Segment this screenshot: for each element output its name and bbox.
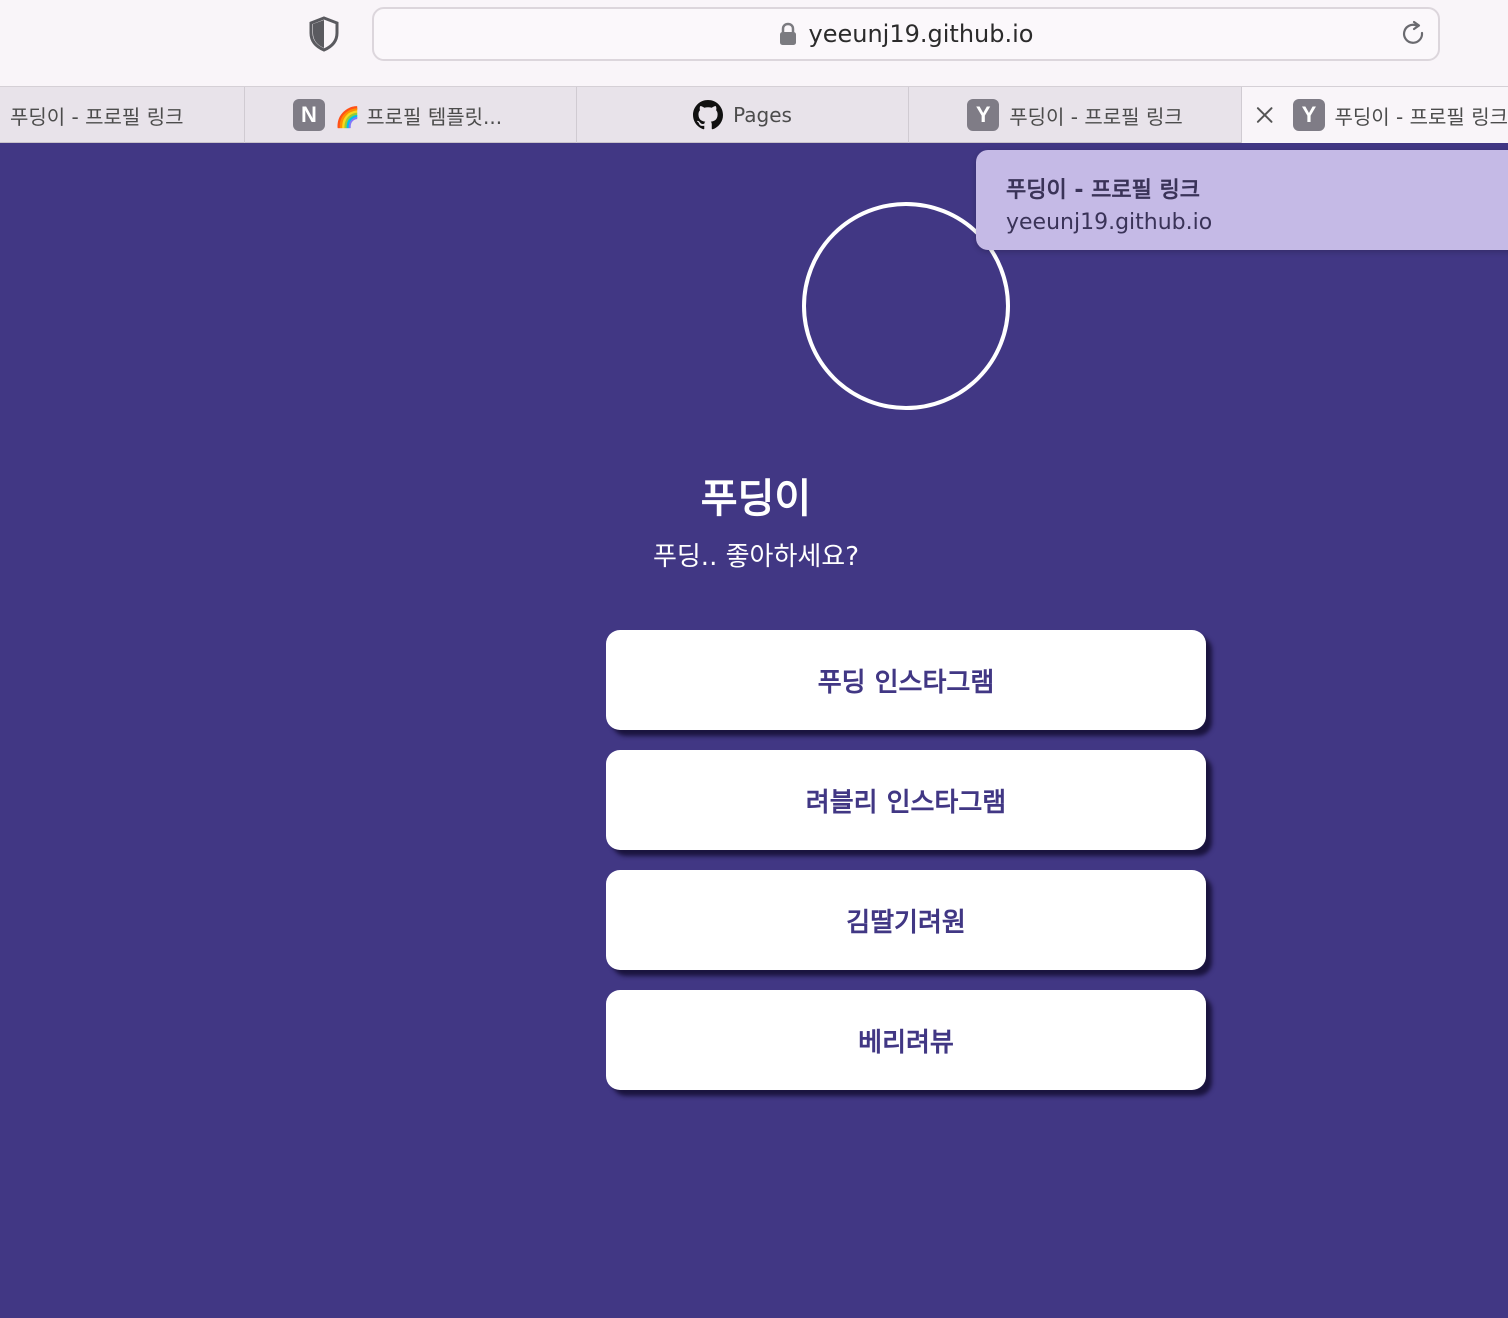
reload-icon[interactable] <box>1400 20 1428 48</box>
notion-favicon-icon: N <box>293 99 325 131</box>
link-list: 푸딩 인스타그램 려블리 인스타그램 김딸기려원 베리려뷰 <box>606 630 1206 1110</box>
shield-icon[interactable] <box>308 16 340 52</box>
tab-1[interactable]: 푸딩이 - 프로필 링크 <box>0 87 245 143</box>
github-icon <box>693 100 724 130</box>
link-button-kim-strawberry[interactable]: 김딸기려원 <box>606 870 1206 970</box>
lock-icon <box>779 22 796 45</box>
tab-4[interactable]: Y 푸딩이 - 프로필 링크 <box>909 87 1242 143</box>
tab-title: 🌈 프로필 템플릿... <box>335 104 503 129</box>
tab-title: Pages <box>733 103 792 127</box>
tab-3[interactable]: Pages <box>577 87 909 143</box>
y-favicon-icon: Y <box>1293 99 1325 131</box>
link-button-berry-review[interactable]: 베리려뷰 <box>606 990 1206 1090</box>
tab-title: 푸딩이 - 프로필 링크 <box>10 104 184 129</box>
tab-bar: 푸딩이 - 프로필 링크 N 🌈 프로필 템플릿... Pages Y 푸딩이 … <box>0 86 1508 143</box>
close-tab-icon[interactable] <box>1254 104 1275 126</box>
tab-5-active[interactable]: Y 푸딩이 - 프로필 링크 <box>1242 87 1508 143</box>
link-button-lovely-instagram[interactable]: 려블리 인스타그램 <box>606 750 1206 850</box>
tooltip-url: yeeunj19.github.io <box>1006 210 1213 235</box>
tab-2[interactable]: N 🌈 프로필 템플릿... <box>245 87 577 143</box>
address-bar[interactable]: yeeunj19.github.io <box>372 7 1440 61</box>
url-text: yeeunj19.github.io <box>808 20 1034 48</box>
tab-title: 푸딩이 - 프로필 링크 <box>1009 104 1183 129</box>
browser-toolbar: yeeunj19.github.io <box>0 0 1508 86</box>
profile-name: 푸딩이 <box>700 476 812 522</box>
tooltip-title: 푸딩이 - 프로필 링크 <box>1006 178 1201 203</box>
link-button-pudding-instagram[interactable]: 푸딩 인스타그램 <box>606 630 1206 730</box>
y-favicon-icon: Y <box>967 99 1000 131</box>
tab-title: 푸딩이 - 프로필 링크 <box>1334 104 1508 129</box>
profile-bio: 푸딩.. 좋아하세요? <box>652 542 860 572</box>
tab-tooltip: 푸딩이 - 프로필 링크 yeeunj19.github.io <box>976 150 1508 250</box>
